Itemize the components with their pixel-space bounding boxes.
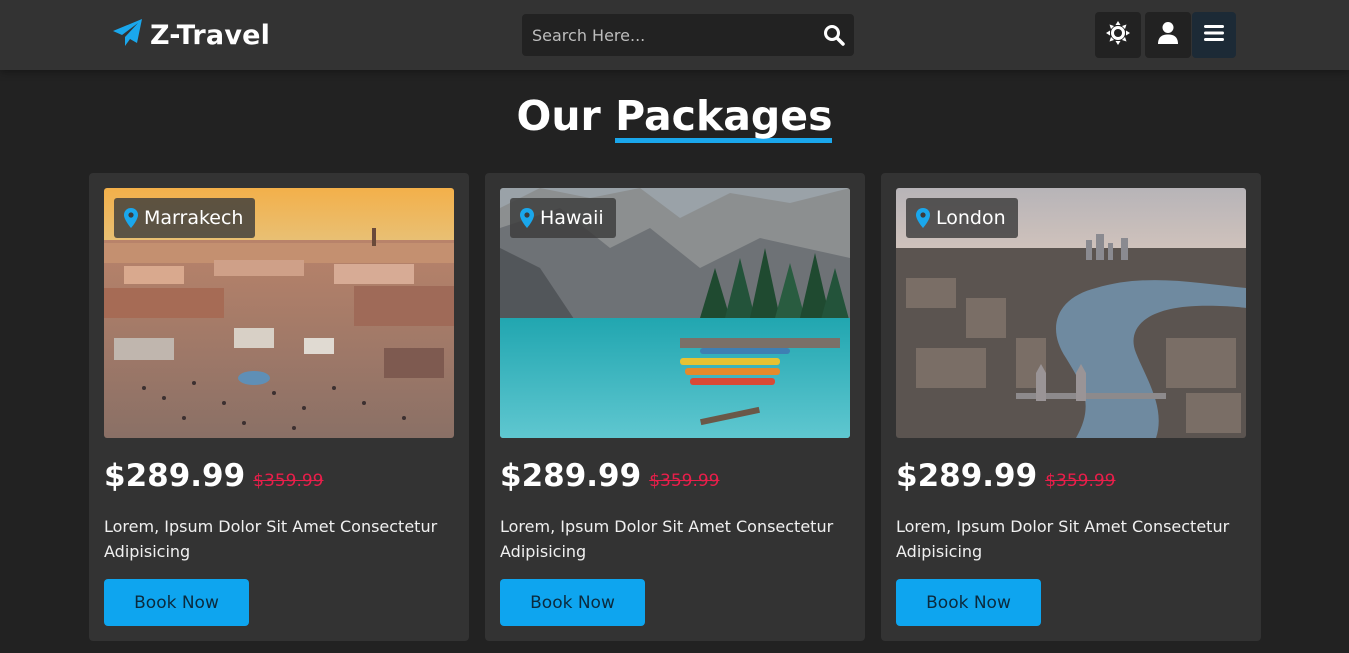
user-account-button[interactable] <box>1145 12 1191 58</box>
price-row: $289.99 $359.99 <box>500 458 720 502</box>
search-bar <box>522 14 854 56</box>
package-description: Lorem, Ipsum Dolor Sit Amet Consectetur … <box>104 517 438 561</box>
theme-toggle-button[interactable] <box>1095 12 1141 58</box>
map-marker-icon <box>916 208 930 228</box>
user-icon <box>1157 21 1179 49</box>
section-title: Our Packages <box>0 88 1349 144</box>
current-price: $289.99 <box>104 458 246 494</box>
package-image-london: London <box>896 188 1246 438</box>
location-label: Hawaii <box>540 207 604 229</box>
book-now-button[interactable]: Book Now <box>500 579 645 626</box>
brand-name: Z-Travel <box>150 19 271 51</box>
current-price: $289.99 <box>896 458 1038 494</box>
location-badge: Hawaii <box>510 198 616 238</box>
package-description: Lorem, Ipsum Dolor Sit Amet Consectetur … <box>896 517 1230 561</box>
original-price: $359.99 <box>253 471 324 491</box>
menu-button[interactable] <box>1192 12 1236 58</box>
book-now-button[interactable]: Book Now <box>896 579 1041 626</box>
original-price: $359.99 <box>649 471 720 491</box>
package-card: Marrakech $289.99 $359.99 Lorem, Ipsum D… <box>89 173 469 641</box>
package-card: Hawaii $289.99 $359.99 Lorem, Ipsum Dolo… <box>485 173 865 641</box>
brand-logo[interactable]: Z-Travel <box>112 17 270 53</box>
menu-icon <box>1204 24 1224 46</box>
location-badge: Marrakech <box>114 198 256 238</box>
map-marker-icon <box>124 208 138 228</box>
section-title-plain: Our <box>516 92 616 140</box>
location-label: London <box>936 207 1006 229</box>
book-now-button[interactable]: Book Now <box>104 579 249 626</box>
top-header: Z-Travel <box>0 0 1349 70</box>
search-input[interactable] <box>522 14 814 56</box>
package-description: Lorem, Ipsum Dolor Sit Amet Consectetur … <box>500 517 834 561</box>
location-label: Marrakech <box>144 207 244 229</box>
package-image-hawaii: Hawaii <box>500 188 850 438</box>
sun-icon <box>1105 20 1131 50</box>
price-row: $289.99 $359.99 <box>896 458 1116 502</box>
package-image-marrakech: Marrakech <box>104 188 454 438</box>
paper-plane-icon <box>112 18 144 52</box>
section-title-accent: Packages <box>615 94 833 143</box>
current-price: $289.99 <box>500 458 642 494</box>
location-badge: London <box>906 198 1018 238</box>
price-row: $289.99 $359.99 <box>104 458 324 502</box>
package-card: London $289.99 $359.99 Lorem, Ipsum Dolo… <box>881 173 1261 641</box>
search-icon[interactable] <box>814 14 854 56</box>
map-marker-icon <box>520 208 534 228</box>
original-price: $359.99 <box>1045 471 1116 491</box>
